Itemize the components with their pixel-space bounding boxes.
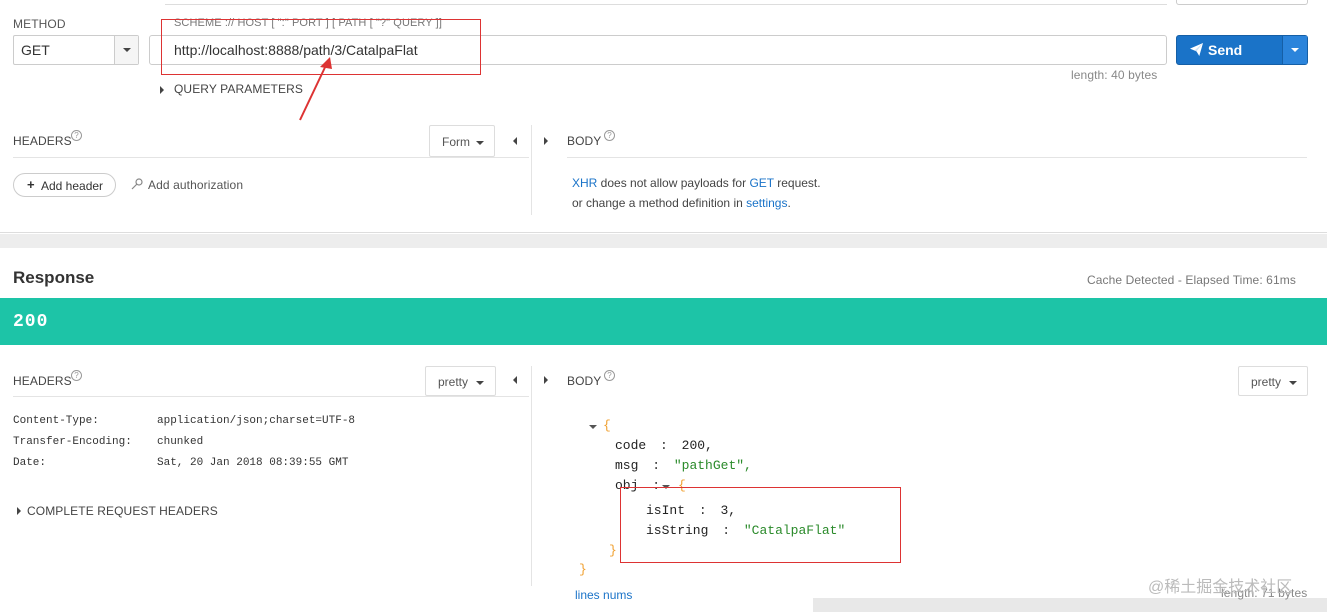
collapse-left-icon[interactable]: [513, 376, 517, 384]
json-open-brace: {: [603, 418, 611, 433]
header-name: Content-Type:: [13, 415, 99, 427]
chevron-down-icon[interactable]: [114, 36, 138, 64]
body-message-text: request.: [773, 176, 821, 190]
chevron-down-icon: [1289, 381, 1297, 385]
headers-format-button[interactable]: pretty: [425, 366, 496, 396]
status-code: 200: [13, 312, 49, 332]
body-message-text: .: [787, 196, 791, 210]
help-icon[interactable]: ?: [71, 130, 82, 141]
get-link[interactable]: GET: [749, 176, 773, 190]
add-header-label: Add header: [41, 179, 104, 193]
body-format-button[interactable]: pretty: [1238, 366, 1308, 396]
header-value: chunked: [157, 436, 204, 448]
section-gap: [0, 234, 1327, 248]
form-toggle-button[interactable]: Form: [429, 125, 495, 157]
json-colon: :: [652, 458, 661, 473]
cache-elapsed-text: Cache Detected - Elapsed Time: 61ms: [1087, 273, 1296, 287]
headers-format-label: pretty: [438, 375, 469, 389]
plus-icon: +: [27, 177, 35, 192]
body-message-text: or change a method definition in: [572, 196, 747, 210]
json-colon: :: [660, 438, 668, 453]
add-header-button[interactable]: + Add header: [13, 173, 116, 197]
expand-caret-icon[interactable]: [160, 86, 164, 94]
json-value: 200,: [681, 438, 713, 453]
help-icon[interactable]: ?: [604, 130, 615, 141]
help-icon[interactable]: ?: [604, 370, 615, 381]
response-headers-title: HEADERS: [13, 374, 72, 388]
help-icon[interactable]: ?: [71, 370, 82, 381]
header-name: Transfer-Encoding:: [13, 436, 132, 448]
query-parameters-toggle[interactable]: QUERY PARAMETERS: [174, 82, 303, 96]
request-body-title: BODY: [567, 134, 602, 148]
bottom-toolbar: [813, 598, 1327, 612]
expand-caret-icon[interactable]: [17, 507, 21, 515]
json-row-code: code : 200,: [615, 438, 713, 453]
method-select[interactable]: GET: [13, 35, 139, 65]
request-length: length: 40 bytes: [1071, 68, 1158, 82]
json-close-brace: }: [579, 562, 587, 577]
panel-splitter[interactable]: [531, 125, 532, 215]
json-close-brace: }: [609, 543, 617, 558]
top-button-edge[interactable]: [1176, 0, 1308, 5]
body-format-label: pretty: [1251, 375, 1282, 389]
key-icon: [131, 178, 143, 190]
send-label: Send: [1208, 42, 1243, 58]
body-message-text: does not allow payloads for: [597, 176, 750, 190]
obj-highlight-annotation: [620, 487, 901, 563]
collapse-left-icon[interactable]: [513, 137, 517, 145]
status-bar: [0, 298, 1327, 345]
method-label: METHOD: [13, 17, 66, 31]
watermark: @稀土掘金技术社区: [1148, 579, 1293, 596]
collapse-right-icon[interactable]: [544, 137, 548, 145]
panel-splitter[interactable]: [531, 366, 532, 586]
settings-link[interactable]: settings: [746, 196, 787, 210]
collapse-right-icon[interactable]: [544, 376, 548, 384]
header-name: Date:: [13, 457, 47, 469]
method-value: GET: [21, 42, 50, 58]
lines-nums-link[interactable]: lines nums: [575, 588, 632, 602]
body-message-line2: or change a method definition in setting…: [572, 196, 791, 210]
json-value: "pathGet",: [673, 458, 752, 473]
request-headers-title: HEADERS: [13, 134, 72, 148]
send-plane-icon: [1190, 43, 1203, 56]
body-divider: [567, 157, 1307, 158]
add-authorization-link[interactable]: Add authorization: [148, 178, 243, 192]
response-title: Response: [13, 268, 95, 287]
form-label: Form: [442, 135, 470, 149]
collapse-json-icon[interactable]: [589, 425, 597, 429]
headers-divider: [13, 157, 529, 158]
xhr-link[interactable]: XHR: [572, 176, 597, 190]
json-key: code: [615, 438, 647, 453]
response-body-title: BODY: [567, 374, 602, 388]
chevron-down-icon: [476, 141, 484, 145]
json-row-msg: msg : "pathGet",: [615, 458, 752, 473]
response-headers-divider: [13, 396, 529, 397]
json-key: msg: [615, 458, 639, 473]
body-message-line1: XHR does not allow payloads for GET requ…: [572, 176, 821, 190]
header-value: application/json;charset=UTF-8: [157, 415, 356, 427]
header-value: Sat, 20 Jan 2018 08:39:55 GMT: [157, 457, 349, 469]
send-options-dropdown[interactable]: [1283, 36, 1307, 64]
send-button[interactable]: Send: [1176, 35, 1308, 65]
chevron-down-icon: [476, 381, 484, 385]
complete-request-headers-toggle[interactable]: COMPLETE REQUEST HEADERS: [27, 504, 218, 518]
top-divider: [165, 0, 1167, 5]
